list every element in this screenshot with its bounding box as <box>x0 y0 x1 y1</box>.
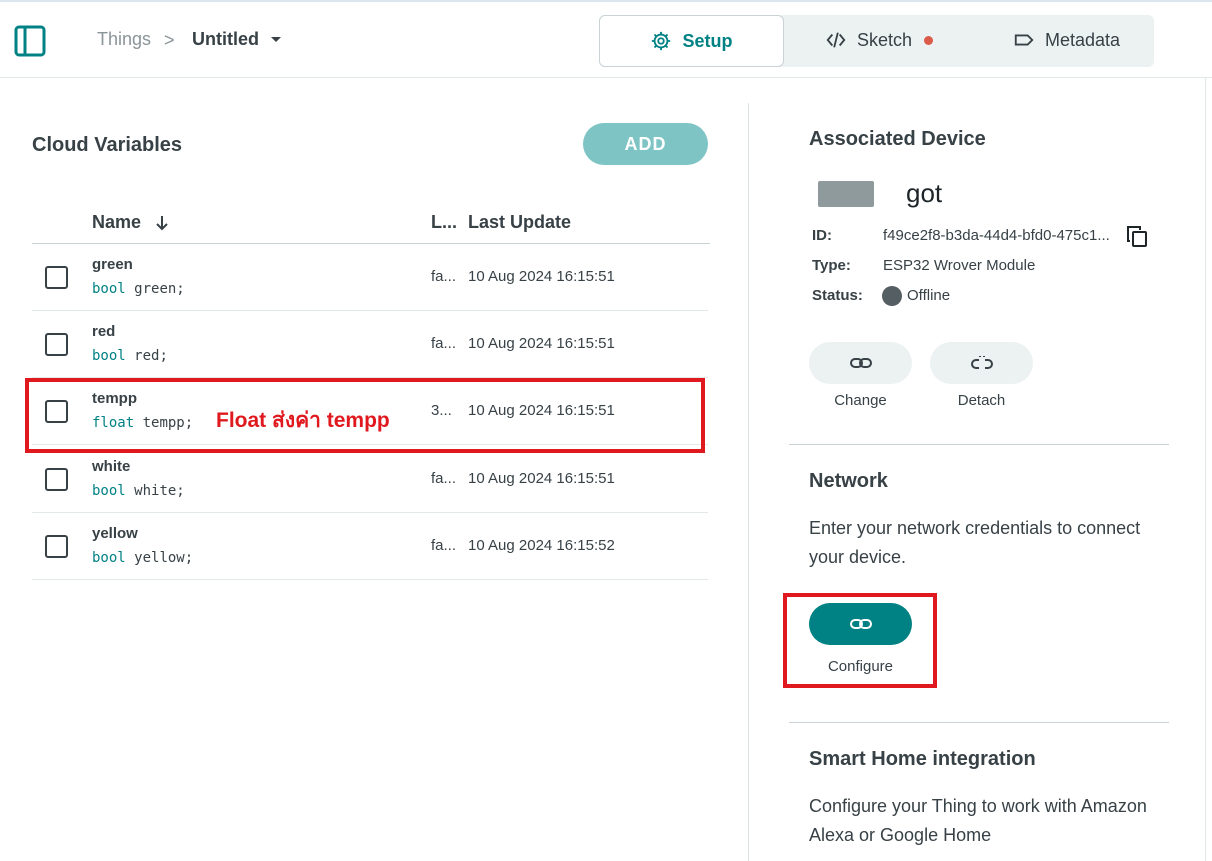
unlink-icon <box>970 356 993 369</box>
table-header: Name L... Last Update <box>32 205 710 244</box>
device-id-label: ID: <box>812 227 832 244</box>
annotation-box-configure <box>783 593 937 688</box>
associated-device-title: Associated Device <box>809 128 986 150</box>
smart-home-title: Smart Home integration <box>809 748 1036 770</box>
copy-icon[interactable] <box>1125 224 1149 248</box>
device-type-value: ESP32 Wrover Module <box>883 257 1036 274</box>
smart-home-description: Configure your Thing to work with Amazon… <box>809 796 1147 845</box>
variable-last-update: 10 Aug 2024 16:15:51 <box>468 470 615 487</box>
unsaved-dot-icon <box>924 35 934 45</box>
device-id-value: f49ce2f8-b3da-44d4-bfd0-475c1... <box>883 227 1110 244</box>
variable-last-update: 10 Aug 2024 16:15:52 <box>468 537 615 554</box>
variable-last-update: 10 Aug 2024 16:15:51 <box>468 268 615 285</box>
sort-down-arrow-icon[interactable] <box>154 214 170 232</box>
device-type-label: Type: <box>812 257 851 274</box>
section-divider <box>789 722 1169 723</box>
tab-metadata-label: Metadata <box>1044 29 1121 50</box>
tab-metadata[interactable]: Metadata <box>979 15 1154 65</box>
table-row[interactable]: red bool red; fa... 10 Aug 2024 16:15:51 <box>32 311 708 378</box>
variable-type: bool <box>92 281 126 297</box>
variable-declaration: bool white; <box>92 483 185 499</box>
cloud-variables-title: Cloud Variables <box>32 134 183 156</box>
panel-divider <box>748 103 749 861</box>
network-description: Enter your network credentials to connec… <box>809 518 1141 567</box>
variable-last-value: fa... <box>431 268 457 285</box>
variable-last-value: fa... <box>431 537 457 554</box>
variable-declaration: bool yellow; <box>92 550 193 566</box>
thing-title[interactable]: Untitled <box>192 29 259 50</box>
breadcrumb-separator: > <box>164 30 175 50</box>
table-row[interactable]: yellow bool yellow; fa... 10 Aug 2024 16… <box>32 513 708 580</box>
header: Things > Untitled Setup Sketch Metadata <box>0 2 1212 78</box>
code-icon <box>826 32 846 48</box>
chevron-down-icon[interactable] <box>271 37 281 42</box>
tag-icon <box>1014 34 1034 46</box>
row-checkbox[interactable] <box>45 468 68 491</box>
tab-bar: Setup Sketch Metadata <box>599 15 1154 67</box>
section-divider <box>789 444 1169 445</box>
annotation-label: Float ส่งค่า tempp <box>216 409 390 432</box>
table-row[interactable]: green bool green; fa... 10 Aug 2024 16:1… <box>32 244 708 311</box>
tab-sketch-label: Sketch <box>856 29 913 50</box>
add-variable-button[interactable]: ADD <box>583 123 708 165</box>
tab-setup-label: Setup <box>682 30 733 51</box>
tab-sketch[interactable]: Sketch <box>789 15 969 65</box>
tab-setup[interactable]: Setup <box>599 15 784 67</box>
network-title: Network <box>809 470 888 492</box>
link-icon <box>849 358 872 368</box>
detach-device-button[interactable] <box>930 342 1033 384</box>
column-last-update-header[interactable]: Last Update <box>468 212 571 233</box>
breadcrumb-things[interactable]: Things <box>97 29 151 50</box>
variable-name: white <box>92 458 131 475</box>
variable-decl-name: white; <box>134 483 185 499</box>
detach-device-label[interactable]: Detach <box>930 392 1033 409</box>
row-checkbox[interactable] <box>45 333 68 356</box>
table-row[interactable]: white bool white; fa... 10 Aug 2024 16:1… <box>32 446 708 513</box>
status-offline-icon <box>882 286 902 306</box>
variable-decl-name: yellow; <box>134 550 194 566</box>
variable-declaration: bool red; <box>92 348 168 364</box>
device-status-label: Status: <box>812 287 863 304</box>
variable-type: bool <box>92 348 126 364</box>
variable-name: green <box>92 256 133 273</box>
variable-type: bool <box>92 550 126 566</box>
device-status-value: Offline <box>907 287 951 304</box>
sidebar-toggle-icon[interactable] <box>14 25 46 57</box>
variable-type: bool <box>92 483 126 499</box>
variable-last-value: fa... <box>431 335 457 352</box>
variable-name: red <box>92 323 116 340</box>
change-device-button[interactable] <box>809 342 912 384</box>
gear-icon <box>652 31 671 51</box>
variable-declaration: bool green; <box>92 281 185 297</box>
device-name: got <box>906 178 943 208</box>
column-last-value-header[interactable]: L... <box>431 212 457 233</box>
variable-last-update: 10 Aug 2024 16:15:51 <box>468 335 615 352</box>
change-device-label[interactable]: Change <box>809 392 912 409</box>
device-board-icon <box>818 181 874 207</box>
row-checkbox[interactable] <box>45 266 68 289</box>
variable-decl-name: red; <box>134 348 168 364</box>
column-name-header[interactable]: Name <box>92 212 141 233</box>
row-checkbox[interactable] <box>45 535 68 558</box>
scrollbar-track[interactable] <box>1205 78 1206 861</box>
variable-decl-name: green; <box>134 281 185 297</box>
variable-name: yellow <box>92 525 138 542</box>
variable-last-value: fa... <box>431 470 457 487</box>
